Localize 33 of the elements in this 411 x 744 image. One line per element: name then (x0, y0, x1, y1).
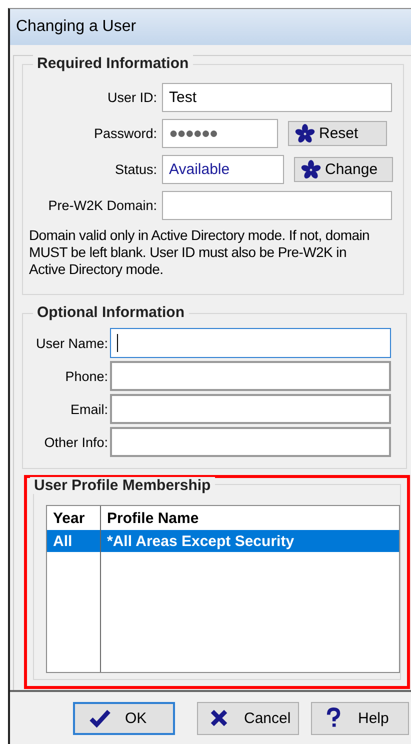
help-button[interactable]: Help (311, 702, 409, 734)
check-icon (89, 707, 111, 729)
table-cell[interactable]: *All Areas Except Security (101, 530, 399, 552)
field-label: Status: (114, 162, 158, 177)
field-label: Email: (69, 402, 109, 416)
reset-button[interactable]: Reset (288, 121, 387, 146)
x-icon (208, 707, 230, 729)
cancel-button[interactable]: Cancel (197, 702, 299, 734)
field-label: Password: (92, 126, 158, 141)
table-cell[interactable]: All (47, 530, 101, 552)
input-field[interactable]: Test (162, 83, 392, 112)
column-header[interactable]: Profile Name (101, 506, 399, 530)
input-field[interactable] (110, 328, 391, 358)
group-title: User Profile Membership (30, 477, 215, 494)
field-label: User Name: (34, 336, 109, 350)
field-label: Other Info: (43, 434, 109, 450)
password-field[interactable]: ●●●●●● (162, 119, 278, 148)
group-title: Required Information (33, 55, 193, 72)
group-title: Optional Information (33, 304, 188, 321)
ok-button[interactable]: OK (73, 702, 175, 734)
status-field: Available (162, 155, 284, 184)
field-label: Pre-W2K Domain: (47, 198, 158, 213)
input-field[interactable] (110, 394, 391, 424)
field-label: User ID: (106, 90, 158, 105)
input-field[interactable] (110, 361, 391, 391)
info-text: Domain valid only in Active Directory mode. If not, domain MUST be left blank. User ID must also be Pre-W2K in Active Directory mode. (29, 227, 371, 278)
asterisk-icon (301, 160, 321, 180)
input-field[interactable] (110, 427, 391, 457)
input-field[interactable] (162, 191, 392, 220)
change-button[interactable]: Change (294, 157, 393, 182)
window-title: Changing a User (16, 18, 136, 36)
field-label: Phone: (64, 368, 109, 384)
asterisk-icon (295, 124, 315, 144)
